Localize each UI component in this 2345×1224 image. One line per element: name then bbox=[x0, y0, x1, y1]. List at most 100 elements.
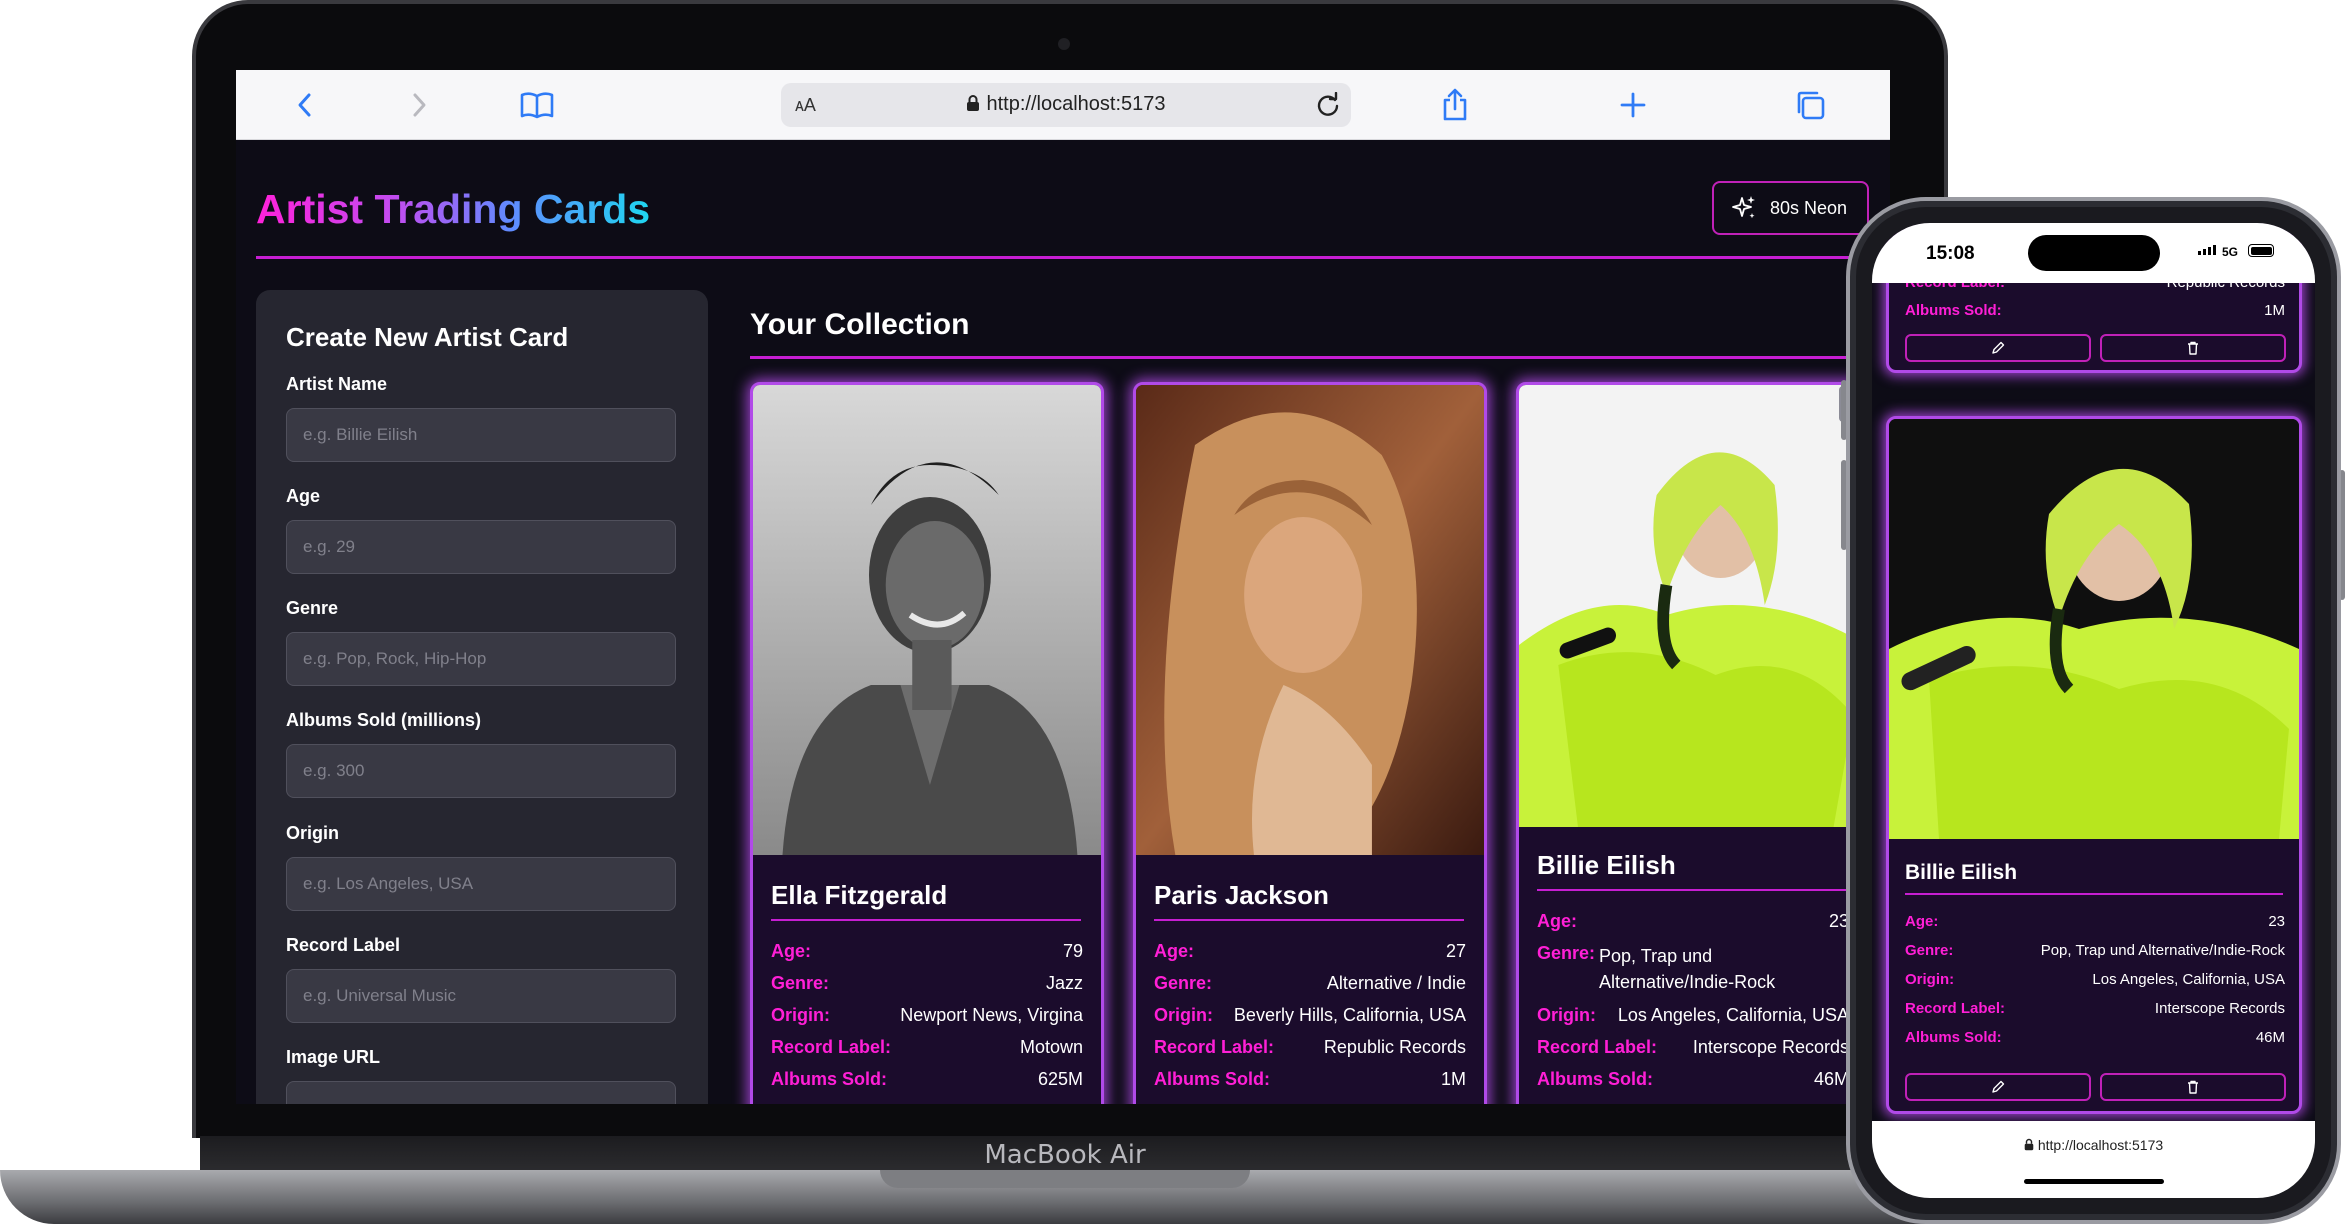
origin-value: Los Angeles, California, USA bbox=[2092, 971, 2285, 988]
theme-button[interactable]: 80s Neon bbox=[1712, 181, 1869, 235]
genre-value: Pop, Trap und Alternative/Indie-Rock bbox=[2040, 942, 2285, 959]
theme-button-label: 80s Neon bbox=[1770, 197, 1848, 218]
battery-icon bbox=[2248, 244, 2274, 257]
artist-name: Billie Eilish bbox=[1537, 850, 1676, 880]
age-value: 79 bbox=[1062, 941, 1083, 961]
record-label-key: Record Label: bbox=[1905, 1000, 2006, 1017]
artist-name: Billie Eilish bbox=[1905, 861, 2018, 884]
url-field[interactable]: ᴀA http://localhost:5173 bbox=[781, 83, 1351, 127]
artist-card[interactable]: Paris Jackson Age: 27 Genre: Alternative /… bbox=[1133, 382, 1487, 1104]
network-label: 5G bbox=[2222, 245, 2239, 259]
image-url-label: Image URL bbox=[286, 1047, 381, 1067]
edit-button[interactable] bbox=[1905, 1073, 2091, 1101]
lock-icon bbox=[2024, 1138, 2034, 1151]
artist-name-input[interactable] bbox=[286, 408, 676, 462]
home-indicator[interactable] bbox=[2024, 1179, 2164, 1184]
record-label-value: Interscope Records bbox=[2154, 1000, 2285, 1017]
reload-icon[interactable] bbox=[1315, 92, 1341, 118]
forward-icon[interactable] bbox=[398, 84, 440, 126]
age-key: Age: bbox=[771, 941, 811, 961]
artist-card[interactable]: Billie Eilish Age: 23 Genre: Pop, Trap und… bbox=[1516, 382, 1870, 1104]
bookmarks-icon[interactable] bbox=[516, 84, 558, 126]
artist-name-label: Artist Name bbox=[286, 374, 388, 394]
image-url-input[interactable] bbox=[286, 1081, 676, 1104]
header-divider bbox=[256, 256, 1890, 259]
genre-value: Pop, Trap und Alternative/Indie-Rock bbox=[1599, 943, 1775, 995]
card-genre-row: Genre: Pop, Trap und Alternative/Indie-Roc… bbox=[1537, 943, 1849, 995]
delete-button[interactable] bbox=[2100, 1073, 2286, 1101]
genre-value: Jazz bbox=[1045, 973, 1083, 993]
artist-photo bbox=[753, 385, 1101, 855]
albums-sold-input[interactable] bbox=[286, 744, 676, 798]
sparkles-icon bbox=[1732, 196, 1755, 219]
albums-sold-value: 1M bbox=[2264, 302, 2285, 319]
card-label-row: Record Label: Interscope Records bbox=[1905, 1000, 2285, 1017]
age-value: 23 bbox=[2268, 913, 2285, 930]
card-divider bbox=[1905, 893, 2283, 895]
age-key: Age: bbox=[1154, 941, 1194, 961]
device-mockup: MacBook Air ᴀA http://localhost:5173 Art… bbox=[0, 0, 2345, 1224]
card-genre-row: Genre: Alternative / Indie bbox=[1154, 973, 1466, 994]
card-albums-row: Albums Sold: 1M bbox=[1905, 302, 2285, 319]
age-key: Age: bbox=[1905, 913, 1939, 930]
record-label-input[interactable] bbox=[286, 969, 676, 1023]
record-label-key: Record Label: bbox=[771, 1037, 892, 1057]
record-label-value: Republic Records bbox=[1323, 1037, 1466, 1057]
card-albums-row: Albums Sold: 46M bbox=[1905, 1029, 2285, 1046]
new-tab-icon[interactable] bbox=[1612, 84, 1654, 126]
albums-sold-key: Albums Sold: bbox=[1905, 1029, 2002, 1046]
laptop-screen: ᴀA http://localhost:5173 Artist Trading … bbox=[236, 70, 1890, 1104]
share-icon[interactable] bbox=[1434, 84, 1476, 126]
card-origin-row: Origin: Beverly Hills, California, USA bbox=[1154, 1005, 1466, 1026]
albums-sold-label: Albums Sold (millions) bbox=[286, 710, 482, 730]
app-title: Artist Trading Cards bbox=[256, 186, 651, 232]
origin-input[interactable] bbox=[286, 857, 676, 911]
card-label-row: Record Label: Republic Records bbox=[1154, 1037, 1466, 1058]
genre-value-line-1: Pop, Trap und bbox=[1599, 946, 1713, 966]
origin-key: Origin: bbox=[1537, 1005, 1596, 1025]
albums-sold-key: Albums Sold: bbox=[1154, 1069, 1270, 1089]
albums-sold-key: Albums Sold: bbox=[1905, 302, 2002, 319]
lock-icon bbox=[967, 95, 980, 111]
artist-name: Ella Fitzgerald bbox=[771, 880, 948, 910]
dynamic-island bbox=[2028, 235, 2160, 271]
trash-icon bbox=[2188, 1080, 2198, 1094]
artist-card[interactable]: Ella Fitzgerald Age: 79 Genre: Jazz Origin… bbox=[750, 382, 1104, 1104]
url-value: http://localhost:5173 bbox=[986, 93, 1166, 115]
genre-key: Genre: bbox=[1537, 943, 1596, 963]
albums-sold-value: 46M bbox=[2255, 1029, 2285, 1046]
laptop-camera bbox=[1058, 38, 1070, 50]
age-key: Age: bbox=[1537, 911, 1577, 931]
collection-title: Your Collection bbox=[750, 308, 970, 341]
pencil-icon bbox=[1992, 1080, 2005, 1093]
phone-status-bar: 15:08 5G bbox=[1872, 223, 2315, 283]
card-age-row: Age: 23 bbox=[1537, 911, 1849, 932]
delete-button[interactable] bbox=[2100, 334, 2286, 362]
back-icon[interactable] bbox=[284, 84, 326, 126]
albums-sold-value: 1M bbox=[1440, 1069, 1466, 1089]
card-albums-row: Albums Sold: 46M bbox=[1537, 1069, 1849, 1090]
card-label-row: Record Label: Motown bbox=[771, 1037, 1083, 1058]
tabs-overview-icon[interactable] bbox=[1789, 84, 1831, 126]
status-time: 15:08 bbox=[1926, 243, 1975, 264]
card-albums-row: Albums Sold: 1M bbox=[1154, 1069, 1466, 1090]
artist-card[interactable]: Billie Eilish Age: 23 Genre: Pop, Trap und… bbox=[1886, 416, 2302, 1114]
artist-photo bbox=[1889, 419, 2299, 839]
genre-value-line-2: Alternative/Indie-Rock bbox=[1599, 972, 1776, 992]
genre-key: Genre: bbox=[771, 973, 830, 993]
card-divider bbox=[771, 919, 1081, 921]
origin-label: Origin bbox=[286, 823, 339, 843]
age-input[interactable] bbox=[286, 520, 676, 574]
card-divider bbox=[1154, 919, 1464, 921]
phone-url: http://localhost:5173 bbox=[1872, 1137, 2315, 1153]
collection-divider bbox=[750, 356, 1890, 359]
albums-sold-value: 625M bbox=[1037, 1069, 1083, 1089]
genre-input[interactable] bbox=[286, 632, 676, 686]
age-value: 27 bbox=[1445, 941, 1466, 961]
origin-value: Los Angeles, California, USA bbox=[1617, 1005, 1849, 1025]
origin-key: Origin: bbox=[771, 1005, 830, 1025]
edit-button[interactable] bbox=[1905, 334, 2091, 362]
phone-address-bar[interactable]: http://localhost:5173 bbox=[1872, 1121, 2315, 1198]
genre-value: Alternative / Indie bbox=[1326, 973, 1466, 993]
card-genre-row: Genre: Pop, Trap und Alternative/Indie-Ro… bbox=[1905, 942, 2285, 959]
